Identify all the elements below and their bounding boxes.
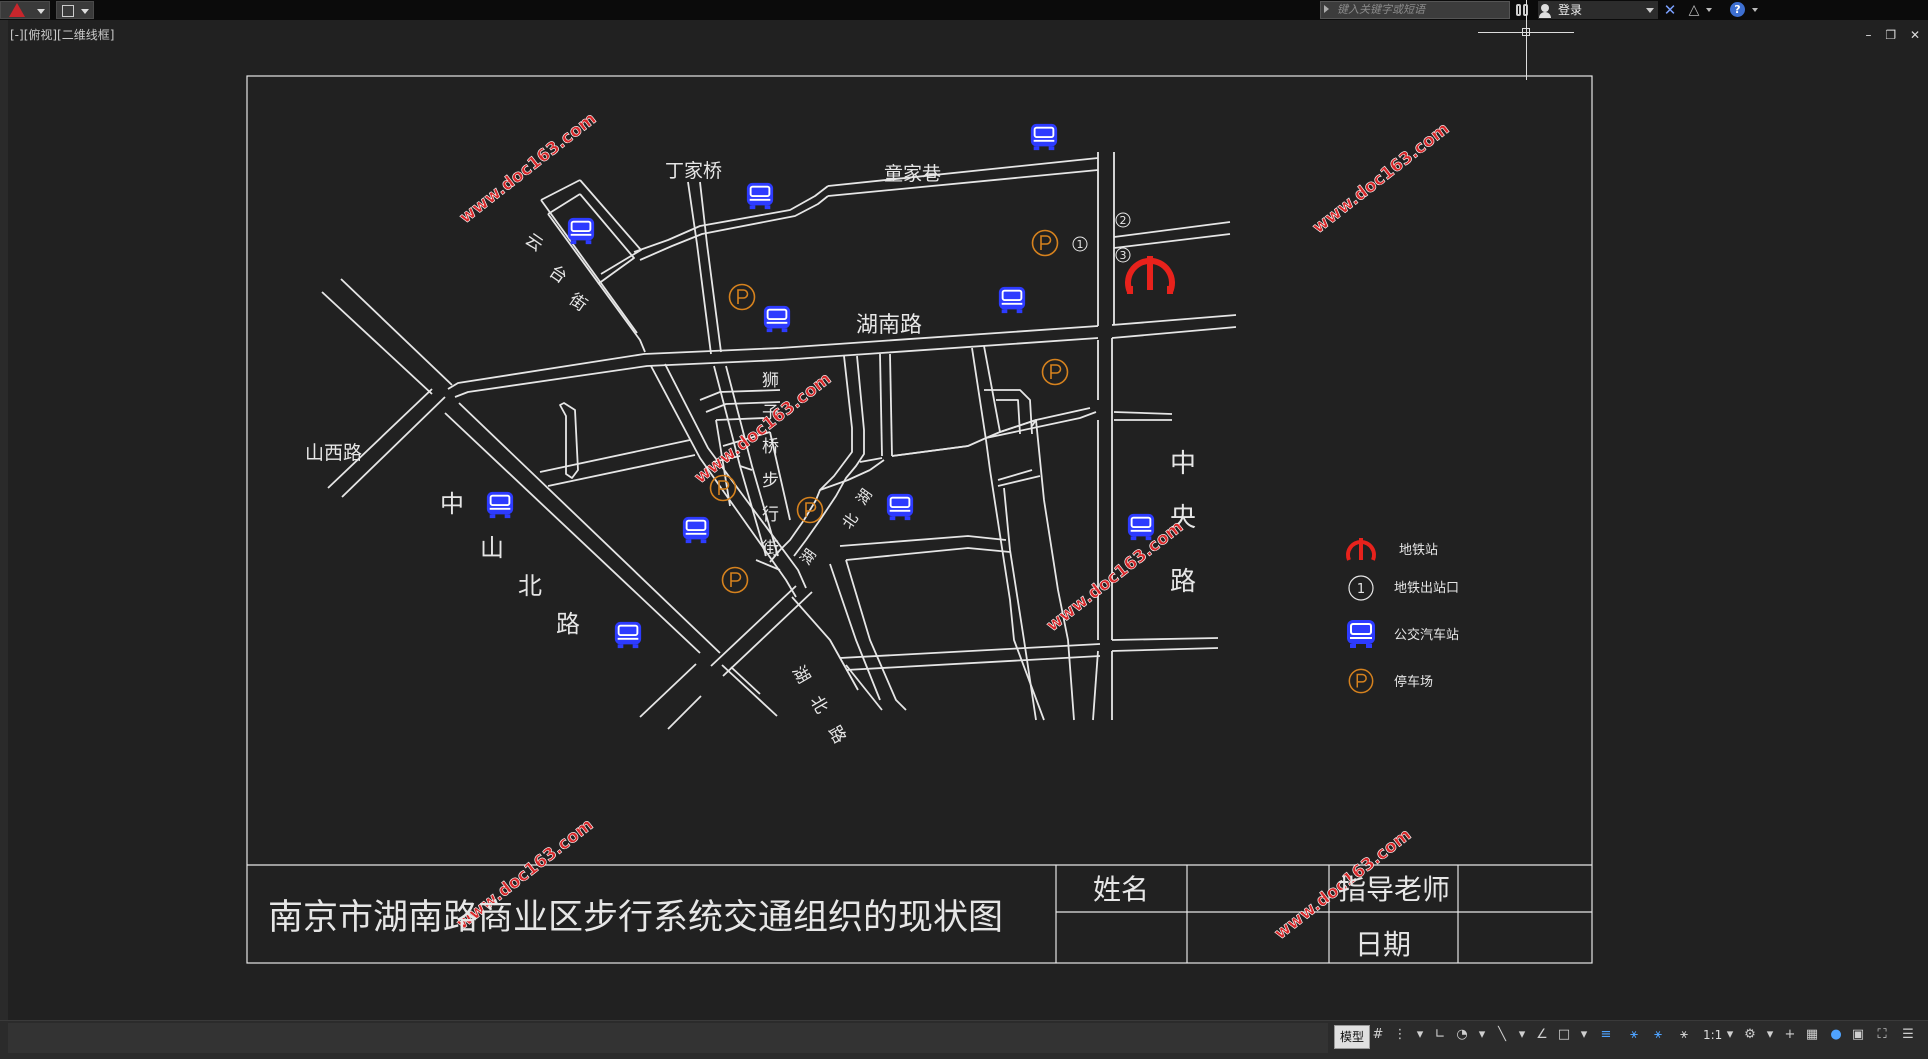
street-label-shizi-3: 桥 <box>762 437 779 457</box>
gear-icon[interactable]: ⚙ <box>1742 1027 1758 1043</box>
legend-subway-label: 地铁站 <box>1399 543 1438 558</box>
street-label-zhongyang-1: 中 <box>1170 449 1196 479</box>
annotation-scale-icon[interactable]: ⚹ <box>1676 1027 1692 1043</box>
bus-stop-icon[interactable] <box>566 216 596 246</box>
parking-icon[interactable] <box>1041 358 1069 386</box>
subway-exit-2: 2 <box>1120 214 1127 227</box>
legend-parking-label: 停车场 <box>1394 674 1433 690</box>
plus-icon[interactable]: + <box>1782 1027 1798 1043</box>
street-label-road-a-1: 湖 <box>788 663 814 688</box>
model-space-button[interactable]: 模型 <box>1334 1025 1371 1049</box>
chevron-down-icon[interactable]: ▾ <box>1474 1027 1490 1043</box>
annotation-scale-value[interactable]: 1:1 <box>1703 1027 1722 1043</box>
street-label-road-b-1: 湖 <box>853 486 876 509</box>
subway-station-icon[interactable] <box>1125 256 1175 294</box>
auto-scale-icon[interactable]: ⚹ <box>1650 1027 1666 1043</box>
status-bar: 模型 # ⋮ ▾ ∟ ◔ ▾ ╲ ▾ ∠ □ ▾ ≡ ⚹ ⚹ ⚹ 1:1 ▾ ⚙… <box>0 1020 1928 1059</box>
street-label-road-b-2: 北 <box>839 510 862 533</box>
street-label-road-a-3: 路 <box>824 723 850 748</box>
parking-icon[interactable] <box>709 474 737 502</box>
subway-exit-1: 1 <box>1077 238 1084 251</box>
legend-subway-icon <box>1346 538 1376 561</box>
chevron-down-icon[interactable]: ▾ <box>1514 1027 1530 1043</box>
street-label-zhongshan-3: 北 <box>518 572 542 600</box>
legend-bus-icon <box>1346 619 1376 649</box>
clean-screen-icon[interactable]: ⛶ <box>1874 1027 1890 1043</box>
polar-tracking-icon[interactable]: ◔ <box>1454 1027 1470 1043</box>
legend-parking-icon <box>1348 668 1374 694</box>
watermark-text: www.doc163.com <box>1043 517 1188 636</box>
chevron-down-icon[interactable]: ▾ <box>1722 1027 1738 1043</box>
chevron-down-icon[interactable]: ▾ <box>1762 1027 1778 1043</box>
legend-exit-label: 地铁出站口 <box>1394 581 1459 596</box>
street-label-zhongshan-1: 中 <box>440 490 464 518</box>
isolate-objects-icon[interactable]: ● <box>1828 1027 1844 1043</box>
street-labels: 丁家桥 童家巷 湖南路 山西路 中 山 北 路 中 央 路 狮 子 桥 步 行 … <box>305 160 1196 747</box>
watermark-text: www.doc163.com <box>1309 119 1454 238</box>
chevron-down-icon[interactable]: ▾ <box>1576 1027 1592 1043</box>
legend-exit-symbol: 1 <box>1357 582 1365 597</box>
object-snap-icon[interactable]: □ <box>1556 1027 1572 1043</box>
street-label-road-a-2: 北 <box>806 693 832 718</box>
street-label-yuntai-1: 云 <box>521 230 546 256</box>
street-label-shizi-4: 步 <box>762 471 779 491</box>
street-label-hunanlu: 湖南路 <box>856 313 922 338</box>
bus-stop-icon[interactable] <box>997 285 1027 315</box>
street-label-yuntai-2: 台 <box>545 262 570 288</box>
legend-bus-label: 公交汽车站 <box>1394 627 1459 643</box>
street-label-zhongshan-2: 山 <box>480 534 504 562</box>
bus-stop-icon[interactable] <box>885 492 915 522</box>
drawing-title: 南京市湖南路商业区步行系统交通组织的现状图 <box>268 898 1003 938</box>
parking-icon[interactable] <box>721 566 749 594</box>
drawing-frame <box>246 75 1593 964</box>
parking-icon[interactable] <box>728 283 756 311</box>
subway-exit-3: 3 <box>1120 249 1127 262</box>
bus-stop-icon[interactable] <box>745 181 775 211</box>
chevron-down-icon[interactable]: ▾ <box>1412 1027 1428 1043</box>
workspace-icon[interactable]: ▦ <box>1804 1027 1820 1043</box>
street-label-dingjiaqiao: 丁家桥 <box>665 160 722 182</box>
expand-arrow-icon[interactable] <box>1324 5 1329 13</box>
bus-stop-icon[interactable] <box>681 515 711 545</box>
ortho-icon[interactable]: ∟ <box>1432 1027 1448 1043</box>
street-label-yuntai-3: 街 <box>565 290 590 316</box>
street-label-shizi-6: 街 <box>762 539 779 559</box>
teacher-label: 指导老师 <box>1338 873 1450 906</box>
legend: 地铁站 1 地铁出站口 公交汽车站 停车场 <box>1346 538 1459 694</box>
watermarks: www.doc163.com www.doc163.com www.doc163… <box>452 109 1454 945</box>
street-label-shizi-5: 行 <box>762 505 779 525</box>
bus-stop-icon[interactable] <box>485 490 515 520</box>
annotation-visibility-icon[interactable]: ⚹ <box>1626 1027 1642 1043</box>
bus-stop-icon[interactable] <box>1029 122 1059 152</box>
cursor-pickbox <box>1522 28 1530 36</box>
date-label: 日期 <box>1355 928 1411 961</box>
isometric-icon[interactable]: ╲ <box>1494 1027 1510 1043</box>
street-label-shizi-1: 狮 <box>762 371 779 391</box>
street-label-shanxilu: 山西路 <box>305 442 362 464</box>
street-label-tongjiaxiang: 童家巷 <box>884 163 941 185</box>
command-line-area[interactable] <box>8 1023 1328 1053</box>
title-block-text: 南京市湖南路商业区步行系统交通组织的现状图 姓名 指导老师 日期 <box>268 873 1450 961</box>
hardware-acceleration-icon[interactable]: ▣ <box>1850 1027 1866 1043</box>
drawing-canvas[interactable]: 丁家桥 童家巷 湖南路 山西路 中 山 北 路 中 央 路 狮 子 桥 步 行 … <box>0 0 1928 1020</box>
snap-icon[interactable]: ⋮ <box>1392 1027 1408 1043</box>
street-label-zhongyang-3: 路 <box>1170 567 1196 597</box>
watermark-text: www.doc163.com <box>456 109 601 228</box>
road-network <box>321 152 1237 730</box>
grid-icon[interactable]: # <box>1370 1027 1386 1043</box>
bus-stop-icon[interactable] <box>613 620 643 650</box>
bus-stop-icon[interactable] <box>762 304 792 334</box>
object-snap-tracking-icon[interactable]: ∠ <box>1534 1027 1550 1043</box>
cursor-crosshair-vertical <box>1526 0 1527 80</box>
name-label: 姓名 <box>1093 873 1149 906</box>
parking-icon[interactable] <box>1031 229 1059 257</box>
lineweight-icon[interactable]: ≡ <box>1598 1027 1614 1043</box>
customization-menu-icon[interactable]: ☰ <box>1900 1027 1916 1043</box>
street-label-zhongshan-4: 路 <box>556 610 580 638</box>
